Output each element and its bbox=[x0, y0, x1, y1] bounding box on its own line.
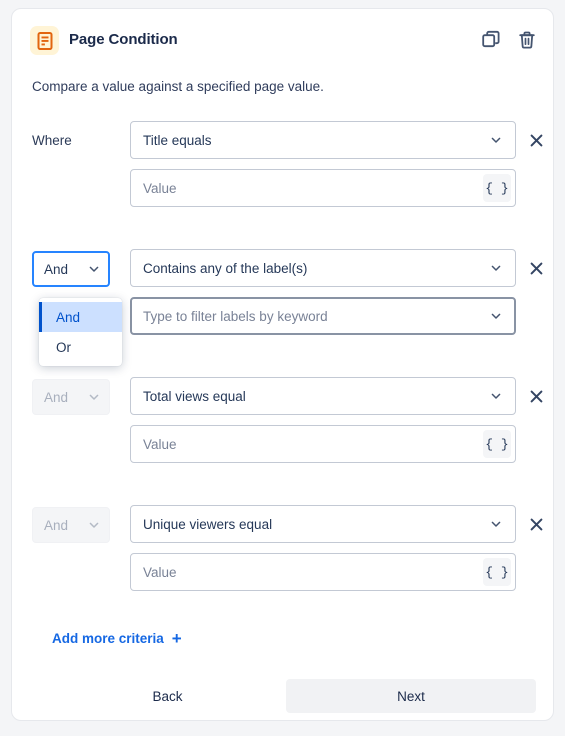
card-description: Compare a value against a specified page… bbox=[32, 79, 324, 94]
close-icon bbox=[530, 134, 542, 146]
where-label: Where bbox=[32, 133, 72, 148]
value-input-1[interactable]: Value { } bbox=[130, 169, 516, 207]
conjunction-select-3: And bbox=[32, 379, 110, 415]
insert-variable-button-3[interactable]: { } bbox=[483, 430, 511, 458]
condition-select-1-value: Title equals bbox=[143, 132, 212, 148]
condition-select-4[interactable]: Unique viewers equal bbox=[130, 505, 516, 543]
chevron-down-icon bbox=[89, 522, 99, 528]
remove-condition-3-button[interactable] bbox=[526, 386, 546, 406]
chevron-down-icon bbox=[491, 521, 501, 527]
page-title: Page Condition bbox=[69, 31, 178, 48]
chevron-down-icon bbox=[89, 394, 99, 400]
remove-condition-4-button[interactable] bbox=[526, 514, 546, 534]
card-header: Page Condition bbox=[12, 9, 553, 59]
copy-icon[interactable] bbox=[480, 29, 502, 51]
chevron-down-icon bbox=[491, 313, 501, 319]
plus-icon: + bbox=[171, 629, 182, 648]
back-button[interactable]: Back bbox=[121, 679, 214, 713]
close-icon bbox=[530, 262, 542, 274]
value-input-4-placeholder: Value bbox=[143, 564, 177, 580]
remove-condition-1-button[interactable] bbox=[526, 130, 546, 150]
add-more-criteria-label: Add more criteria bbox=[52, 631, 164, 646]
insert-variable-button-4[interactable]: { } bbox=[483, 558, 511, 586]
conjunction-select-4: And bbox=[32, 507, 110, 543]
conjunction-select-2-value: And bbox=[44, 261, 69, 277]
insert-variable-button-1[interactable]: { } bbox=[483, 174, 511, 202]
value-input-3[interactable]: Value { } bbox=[130, 425, 516, 463]
value-input-4[interactable]: Value { } bbox=[130, 553, 516, 591]
conjunction-select-3-value: And bbox=[44, 389, 69, 405]
condition-select-2-value: Contains any of the label(s) bbox=[143, 260, 308, 276]
close-icon bbox=[530, 518, 542, 530]
conjunction-dropdown-menu: And Or bbox=[39, 298, 122, 366]
page-condition-card: Page Condition Compare a value against a… bbox=[11, 8, 554, 721]
close-icon bbox=[530, 390, 542, 402]
value-input-3-placeholder: Value bbox=[143, 436, 177, 452]
page-document-icon bbox=[30, 26, 59, 55]
conjunction-select-4-value: And bbox=[44, 517, 69, 533]
condition-select-2[interactable]: Contains any of the label(s) bbox=[130, 249, 516, 287]
dropdown-option-and[interactable]: And bbox=[39, 302, 122, 332]
value-input-1-placeholder: Value bbox=[143, 180, 177, 196]
condition-select-4-value: Unique viewers equal bbox=[143, 516, 273, 532]
conjunction-select-2[interactable]: And bbox=[32, 251, 110, 287]
header-actions bbox=[480, 29, 538, 51]
chevron-down-icon bbox=[491, 137, 501, 143]
chevron-down-icon bbox=[491, 265, 501, 271]
chevron-down-icon bbox=[89, 266, 99, 272]
label-filter-select-2-placeholder: Type to filter labels by keyword bbox=[143, 308, 328, 324]
add-more-criteria-button[interactable]: Add more criteria + bbox=[52, 630, 182, 647]
condition-select-3-value: Total views equal bbox=[143, 388, 246, 404]
remove-condition-2-button[interactable] bbox=[526, 258, 546, 278]
chevron-down-icon bbox=[491, 393, 501, 399]
condition-select-1[interactable]: Title equals bbox=[130, 121, 516, 159]
trash-icon[interactable] bbox=[516, 29, 538, 51]
label-filter-select-2[interactable]: Type to filter labels by keyword bbox=[130, 297, 516, 335]
dropdown-option-or[interactable]: Or bbox=[39, 332, 122, 362]
condition-select-3[interactable]: Total views equal bbox=[130, 377, 516, 415]
next-button[interactable]: Next bbox=[286, 679, 536, 713]
